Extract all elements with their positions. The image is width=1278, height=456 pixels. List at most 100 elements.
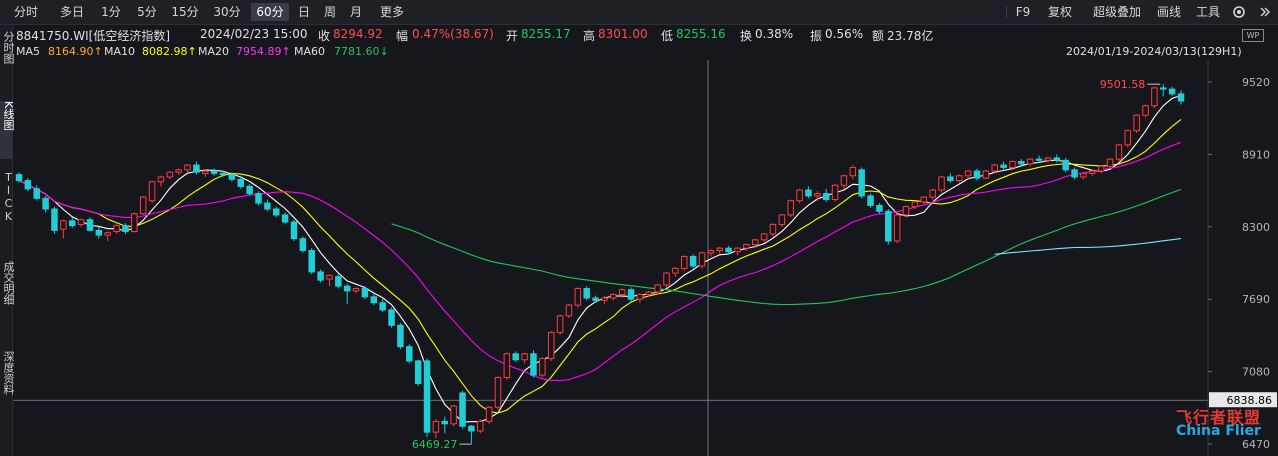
candle-body [1177, 93, 1185, 102]
period-tab-multiday[interactable]: 多日 [54, 3, 90, 21]
candle-body [299, 238, 307, 252]
candle-body [787, 200, 794, 216]
candle-body [707, 250, 715, 254]
candle-body [636, 293, 644, 300]
candle-body [388, 309, 395, 326]
change-value: 0.47%(38.67) [412, 27, 494, 41]
candle-body [645, 291, 653, 295]
candle-body [867, 195, 874, 206]
candle-body [423, 360, 431, 433]
period-tab-15min[interactable]: 15分 [167, 3, 203, 21]
min-price-label: 6469.27 [412, 438, 458, 451]
candle-body [681, 255, 688, 269]
change-label: 幅 [396, 29, 409, 43]
candle-body [592, 297, 599, 301]
candle-body [725, 247, 732, 253]
candle-body [929, 189, 936, 198]
candle-body [60, 220, 67, 230]
tab-timeshare-chart[interactable]: 分时图 [0, 31, 15, 64]
expand-icon[interactable] [1256, 3, 1274, 21]
security-name: 8841750.WI[低空经济指数] [16, 29, 171, 43]
amplitude-value: 0.56% [825, 27, 864, 41]
candle-body [397, 324, 404, 348]
tab-depth-data[interactable]: 深度资料 [0, 351, 15, 395]
tab-tick[interactable]: TICK [0, 171, 15, 223]
toolbar-divider [1006, 6, 1007, 18]
max-price-label: 9501.58 [1100, 78, 1146, 91]
candle-body [530, 353, 537, 376]
ma20-label: MA20 [198, 45, 230, 58]
wp-icon[interactable]: WP [1242, 29, 1264, 42]
candle-body [1080, 172, 1087, 178]
candle-body [1089, 170, 1096, 174]
candle-body [414, 360, 422, 384]
period-tab-1min[interactable]: 1分 [96, 3, 126, 21]
candle-body [1062, 159, 1069, 171]
period-tab-30min[interactable]: 30分 [208, 3, 246, 21]
candle-body [698, 252, 706, 267]
period-tab-week[interactable]: 周 [320, 3, 340, 21]
candle-body [627, 289, 635, 300]
candle-body [166, 171, 174, 178]
period-tab-month[interactable]: 月 [346, 3, 366, 21]
candle-body [1133, 114, 1140, 132]
period-tab-day[interactable]: 日 [294, 3, 314, 21]
candle-body [796, 189, 803, 202]
candle-body [1009, 161, 1016, 168]
candle-body [1124, 130, 1132, 146]
candle-body [370, 296, 378, 304]
candle-body [814, 193, 821, 197]
period-tab-60min[interactable]: 60分 [251, 3, 289, 21]
candle-body [246, 185, 253, 195]
candle-body [539, 358, 546, 376]
candle-body [379, 302, 386, 311]
tab-trade-detail[interactable]: 成交明细 [0, 261, 15, 305]
y-tick-label: 7080 [1242, 366, 1270, 379]
candle-body [743, 244, 750, 249]
tools-button[interactable]: 工具 [1192, 3, 1224, 21]
settings-icon[interactable] [1230, 3, 1248, 21]
ma10-line [18, 118, 1182, 414]
low-value: 8255.16 [676, 27, 726, 41]
ma10-value: 8082.98↑ [142, 45, 197, 58]
candle-body [760, 233, 768, 241]
tab-kline-chart[interactable]: K线图 [0, 101, 15, 159]
candle-body [1053, 157, 1061, 161]
period-tab-5min[interactable]: 5分 [132, 3, 162, 21]
period-tab-more[interactable]: 更多 [374, 3, 410, 21]
ma120-line [994, 238, 1182, 255]
candle-body [734, 247, 741, 253]
candle-body [805, 189, 812, 197]
candle-body [618, 289, 626, 295]
candle-body [1115, 144, 1123, 160]
candle-body [1160, 87, 1167, 90]
close-value: 8294.92 [333, 27, 383, 41]
candle-body [202, 170, 209, 174]
candle-body [122, 225, 129, 233]
ma60-line [391, 188, 1182, 306]
f9-button[interactable]: F9 [1012, 3, 1034, 21]
kline-chart[interactable]: 9520891083007690708064706838.86 9501.586… [13, 60, 1278, 456]
period-tab-fenshi[interactable]: 分时 [4, 3, 48, 21]
turnover-label: 换 [740, 29, 753, 43]
candle-body [849, 166, 857, 177]
candle-body [193, 164, 200, 173]
low-label: 低 [661, 29, 674, 43]
high-label: 高 [583, 29, 596, 43]
candle-body [672, 267, 679, 274]
candle-body [778, 214, 786, 225]
amplitude-label: 振 [810, 29, 823, 43]
candle-body [184, 164, 191, 171]
candle-body [689, 255, 697, 267]
draw-line-button[interactable]: 画线 [1152, 3, 1186, 21]
candle-body [831, 184, 839, 201]
candle-body [1168, 88, 1176, 95]
candle-body [1000, 164, 1007, 168]
candle-body [565, 304, 573, 317]
overlay-button[interactable]: 超级叠加 [1088, 3, 1146, 21]
candle-body [955, 175, 963, 182]
candle-body [1044, 157, 1052, 161]
candle-body [1106, 158, 1114, 167]
candle-body [228, 174, 236, 180]
adjust-button[interactable]: 复权 [1042, 3, 1078, 21]
